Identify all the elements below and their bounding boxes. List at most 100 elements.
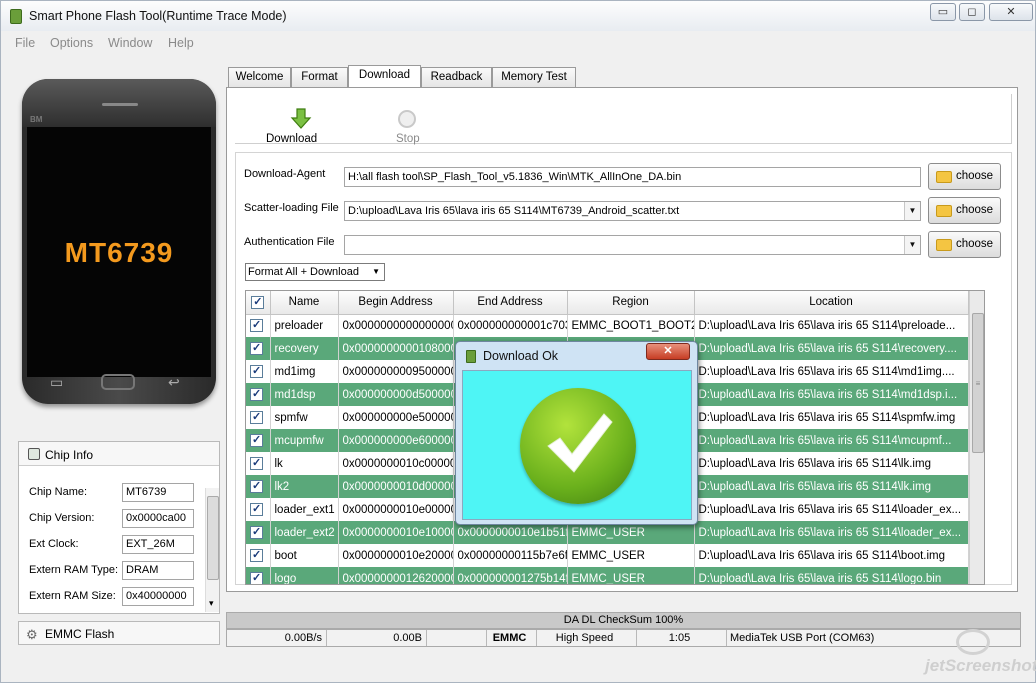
table-row[interactable]: logo0x00000000126200000x000000001275b14f… (246, 567, 969, 584)
cell-location: D:\upload\Lava Iris 65\lava iris 65 S114… (694, 337, 969, 360)
menu-window[interactable]: Window (108, 36, 152, 50)
table-scrollbar[interactable]: ≡ (969, 291, 984, 584)
chip-info-panel: Chip Info Chip Name: MT6739 Chip Version… (18, 441, 220, 614)
chip-info-header[interactable]: Chip Info (19, 442, 219, 466)
watermark-logo-icon (956, 629, 990, 655)
minimize-button[interactable]: ▭ (930, 3, 956, 21)
stop-icon[interactable] (398, 110, 416, 128)
close-button[interactable]: ✕ (989, 3, 1033, 21)
row-checkbox[interactable] (246, 475, 271, 498)
chip-info-scrollbar[interactable]: ▾ (205, 488, 219, 612)
download-agent-field[interactable]: H:\all flash tool\SP_Flash_Tool_v5.1836_… (344, 167, 921, 187)
row-checkbox[interactable] (246, 567, 271, 584)
row-checkbox[interactable] (246, 337, 271, 360)
download-ok-dialog: Download Ok ✕ (455, 341, 698, 525)
cell-begin-address: 0x0000000012620000 (338, 567, 454, 584)
ext-clock-label: Ext Clock: (29, 538, 79, 550)
tab-memory-test[interactable]: Memory Test (492, 67, 576, 87)
row-checkbox[interactable] (246, 521, 271, 544)
menu-options[interactable]: Options (50, 36, 93, 50)
row-checkbox[interactable] (246, 406, 271, 429)
download-button[interactable]: Download (266, 133, 317, 145)
row-checkbox[interactable] (246, 429, 271, 452)
tab-readback[interactable]: Readback (421, 67, 492, 87)
cell-name: md1dsp (270, 383, 339, 406)
row-checkbox[interactable] (246, 360, 271, 383)
select-all-checkbox[interactable] (246, 291, 271, 315)
choose-auth-button[interactable]: choose (928, 231, 1001, 258)
app-icon (10, 9, 22, 24)
title-bar[interactable]: Smart Phone Flash Tool(Runtime Trace Mod… (1, 1, 1035, 31)
cell-location: D:\upload\Lava Iris 65\lava iris 65 S114… (694, 360, 969, 383)
tab-format[interactable]: Format (291, 67, 348, 87)
choose-scatter-button[interactable]: choose (928, 197, 1001, 224)
row-checkbox[interactable] (246, 314, 271, 337)
row-checkbox[interactable] (246, 383, 271, 406)
status-bar: 0.00B/s 0.00B EMMC High Speed 1:05 Media… (226, 629, 1021, 647)
column-region[interactable]: Region (567, 291, 695, 315)
checkmark-icon (547, 413, 613, 473)
row-checkbox[interactable] (246, 544, 271, 567)
tab-download[interactable]: Download (348, 65, 421, 88)
stop-button[interactable]: Stop (396, 133, 420, 145)
cell-end-address: 0x00000000115b7e6f (453, 544, 568, 567)
cell-begin-address: 0x0000000000000000 (338, 314, 454, 337)
auth-dropdown-icon[interactable]: ▼ (904, 236, 920, 254)
download-mode-select[interactable]: Format All + Download ▼ (245, 263, 385, 281)
maximize-button[interactable]: ◻ (959, 3, 985, 21)
progress-bar: DA DL CheckSum 100% (226, 612, 1021, 629)
tab-welcome[interactable]: Welcome (228, 67, 291, 87)
row-checkbox[interactable] (246, 452, 271, 475)
scatter-dropdown-icon[interactable]: ▼ (904, 202, 920, 220)
phone-screen: MT6739 (27, 127, 211, 377)
scatter-file-field[interactable]: D:\upload\Lava Iris 65\lava iris 65 S114… (344, 201, 921, 221)
chip-name-field[interactable]: MT6739 (122, 483, 194, 502)
cell-name: recovery (270, 337, 339, 360)
status-size: 0.00B (327, 630, 427, 646)
auth-file-field[interactable]: ▼ (344, 235, 921, 255)
emmc-flash-panel[interactable]: ⚙ EMMC Flash (18, 621, 220, 645)
dialog-close-button[interactable]: ✕ (646, 343, 690, 360)
choose-label: choose (956, 170, 994, 182)
table-scroll-thumb[interactable]: ≡ (972, 313, 984, 453)
chevron-down-icon: ▼ (372, 267, 380, 276)
ext-clock-field[interactable]: EXT_26M (122, 535, 194, 554)
cell-name: mcupmfw (270, 429, 339, 452)
cell-begin-address: 0x0000000010d00000 (338, 475, 454, 498)
chip-info-scroll-thumb[interactable] (207, 496, 219, 580)
menu-help[interactable]: Help (168, 36, 194, 50)
cell-location: D:\upload\Lava Iris 65\lava iris 65 S114… (694, 521, 969, 544)
menu-file[interactable]: File (15, 36, 35, 50)
folder-icon (936, 205, 952, 217)
cell-begin-address: 0x0000000010e10000 (338, 521, 454, 544)
cell-name: loader_ext1 (270, 498, 339, 521)
scroll-down-icon[interactable]: ▾ (209, 598, 214, 609)
download-arrow-icon[interactable] (290, 108, 312, 130)
ram-size-field[interactable]: 0x40000000 (122, 587, 194, 606)
ram-type-label: Extern RAM Type: (29, 564, 119, 576)
status-storage: EMMC (487, 630, 537, 646)
dialog-title: Download Ok (483, 349, 559, 363)
table-row[interactable]: preloader0x00000000000000000x00000000000… (246, 314, 969, 337)
choose-download-agent-button[interactable]: choose (928, 163, 1001, 190)
table-row[interactable]: boot0x0000000010e200000x00000000115b7e6f… (246, 544, 969, 567)
column-end-address[interactable]: End Address (453, 291, 568, 315)
scatter-file-value: D:\upload\Lava Iris 65\lava iris 65 S114… (348, 205, 680, 217)
status-time: 1:05 (637, 630, 727, 646)
menu-key-icon: ▭ (50, 374, 64, 390)
status-speed: 0.00B/s (227, 630, 327, 646)
dialog-body (462, 370, 692, 520)
table-header-row: Name Begin Address End Address Region Lo… (246, 291, 969, 315)
chip-version-field[interactable]: 0x0000ca00 (122, 509, 194, 528)
column-begin-address[interactable]: Begin Address (338, 291, 454, 315)
menu-bar: File Options Window Help (1, 33, 1035, 55)
column-location[interactable]: Location (694, 291, 969, 315)
phone-brand: BM (30, 115, 43, 124)
ram-size-label: Extern RAM Size: (29, 590, 116, 602)
row-checkbox[interactable] (246, 498, 271, 521)
column-name[interactable]: Name (270, 291, 339, 315)
choose-label: choose (956, 204, 994, 216)
ram-type-field[interactable]: DRAM (122, 561, 194, 580)
cell-name: logo (270, 567, 339, 584)
cell-location: D:\upload\Lava Iris 65\lava iris 65 S114… (694, 406, 969, 429)
